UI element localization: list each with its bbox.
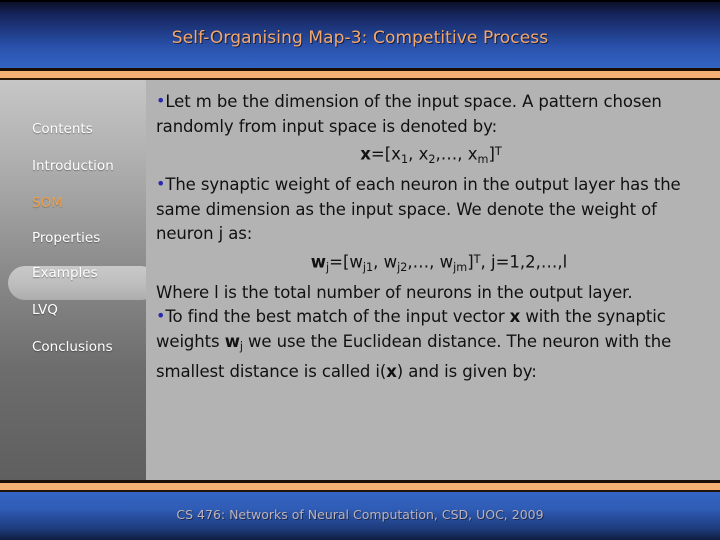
bullet-paragraph-2: •The synaptic weight of each neuron in t… bbox=[156, 173, 706, 247]
footer-divider-orange bbox=[0, 483, 720, 490]
sidebar-item-properties[interactable]: Properties bbox=[0, 223, 146, 253]
formula-term-3: x bbox=[467, 144, 478, 164]
sidebar-item-label: Introduction bbox=[32, 158, 114, 174]
formula-ellipsis: ,…, bbox=[435, 144, 468, 164]
formula-weight-vector: wj=[wj1, wj2,…, wjm]T, j=1,2,…,l bbox=[156, 247, 706, 281]
formula-transpose: T bbox=[494, 145, 502, 159]
sidebar-item-examples[interactable]: Examples bbox=[0, 258, 146, 288]
bullet-paragraph-3: •To find the best match of the input vec… bbox=[156, 305, 706, 384]
formula-term-3-sub: m bbox=[477, 153, 489, 167]
formula-term-1-sub: 1 bbox=[400, 153, 409, 167]
sidebar-item-conclusions[interactable]: Conclusions bbox=[0, 332, 146, 362]
bullet-text: Let m be the dimension of the input spac… bbox=[156, 92, 662, 136]
slide-content: •Let m be the dimension of the input spa… bbox=[146, 80, 720, 480]
bullet-icon: • bbox=[156, 174, 166, 194]
slide: Self-Organising Map-3: Competitive Proce… bbox=[0, 0, 720, 540]
formula-lhs: w bbox=[310, 252, 326, 272]
bullet-paragraph-1: •Let m be the dimension of the input spa… bbox=[156, 90, 706, 139]
formula-sep-1: , bbox=[373, 252, 384, 272]
page-title: Self-Organising Map-3: Competitive Proce… bbox=[171, 28, 549, 48]
sidebar-item-som[interactable]: SOM bbox=[0, 188, 146, 218]
sidebar-item-label: Conclusions bbox=[32, 339, 113, 355]
bullet-text: The synaptic weight of each neuron in th… bbox=[156, 175, 681, 244]
sidebar-item-label: Contents bbox=[32, 121, 93, 137]
formula-input-vector: x=[x1, x2,…, xm]T bbox=[156, 139, 706, 173]
formula-term-3: w bbox=[439, 252, 454, 272]
footer-course-label: CS 476: Networks of Neural Computation, … bbox=[176, 507, 544, 522]
formula-sep-1: , bbox=[408, 144, 419, 164]
sidebar-item-label: Examples bbox=[32, 265, 98, 281]
sidebar-item-lvq[interactable]: LVQ bbox=[0, 295, 146, 325]
inline-vector-w: w bbox=[224, 331, 240, 351]
paragraph-where-clause: Where l is the total number of neurons i… bbox=[156, 281, 706, 306]
formula-term-1: w bbox=[349, 252, 363, 272]
bullet-icon: • bbox=[156, 306, 166, 326]
formula-term-2-sub: j2 bbox=[397, 260, 408, 274]
formula-eq: =[ bbox=[329, 252, 350, 272]
formula-term-3-sub: jm bbox=[453, 260, 468, 274]
inline-vector-x-2: x bbox=[386, 361, 397, 381]
sidebar-item-label: LVQ bbox=[32, 302, 58, 318]
sidebar-nav: Contents Introduction SOM Properties Exa… bbox=[0, 80, 158, 480]
formula-term-1: x bbox=[391, 144, 401, 164]
sidebar-item-contents[interactable]: Contents bbox=[0, 114, 146, 144]
bullet-text-suffix: ) and is given by: bbox=[396, 361, 537, 381]
formula-transpose: T bbox=[473, 252, 481, 266]
formula-index-range: , j=1,2,…,l bbox=[480, 252, 568, 272]
sidebar-item-label: SOM bbox=[32, 195, 63, 211]
formula-eq: =[ bbox=[370, 144, 392, 164]
bullet-icon: • bbox=[156, 91, 166, 110]
sidebar-item-label: Properties bbox=[32, 230, 101, 246]
title-divider-orange bbox=[0, 71, 720, 78]
formula-term-2: x bbox=[418, 144, 429, 164]
formula-term-2: w bbox=[383, 252, 398, 272]
slide-title-bar: Self-Organising Map-3: Competitive Proce… bbox=[0, 0, 720, 68]
inline-vector-x: x bbox=[509, 307, 521, 327]
where-text: Where l is the total number of neurons i… bbox=[156, 282, 633, 302]
bullet-text-prefix: To find the best match of the input vect… bbox=[165, 307, 510, 327]
formula-lhs: x bbox=[360, 144, 371, 164]
formula-term-1-sub: j1 bbox=[362, 260, 374, 274]
formula-ellipsis: ,…, bbox=[407, 252, 440, 272]
slide-footer-bar: CS 476: Networks of Neural Computation, … bbox=[0, 492, 720, 540]
sidebar-item-introduction[interactable]: Introduction bbox=[0, 151, 146, 181]
